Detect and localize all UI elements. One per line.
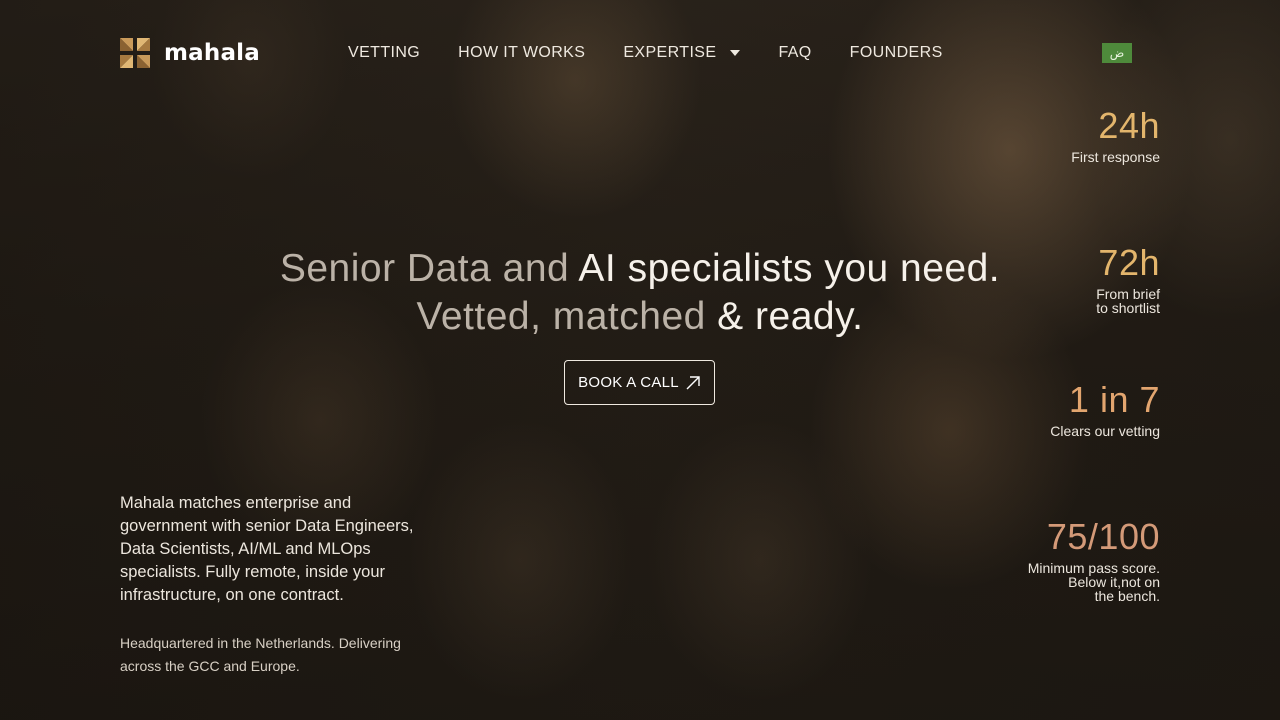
brand-name: mahala [164,39,260,66]
nav-item-founders[interactable]: FOUNDERS [850,42,943,64]
stat-value: 1 in 7 [1068,379,1160,420]
arrow-up-right-icon [686,375,700,389]
language-toggle-button[interactable]: ض [1102,43,1132,63]
stat-value: 24h [1098,105,1160,146]
logo-mark-icon [120,38,150,68]
stat-first-response: 24h First response [1071,105,1160,165]
nav-item-vetting[interactable]: VETTING [348,42,420,64]
stat-shortlist-time: 72h From brief to shortlist [1096,242,1160,316]
stat-value: 75/100 [1046,516,1160,557]
headline-line2-muted: Vetted, matched [416,295,706,338]
nav-item-faq[interactable]: FAQ [778,42,811,64]
stat-label: From brief to shortlist [1096,286,1160,316]
brand-logo[interactable]: mahala [120,38,260,68]
nav-item-expertise-label: EXPERTISE [623,44,717,61]
hero-headline: Senior Data and AI specialists you need.… [0,245,1280,341]
nav-item-expertise[interactable]: EXPERTISE [623,42,741,64]
headquarters-text: Headquartered in the Netherlands. Delive… [120,635,401,674]
stat-vetting-rate: 1 in 7 Clears our vetting [1050,379,1160,439]
headline-line2-bright: & ready. [705,295,864,338]
intro-text: Mahala matches enterprise and government… [120,494,414,604]
main-nav: VETTING HOW IT WORKS EXPERTISE FAQ FOUND… [348,42,943,64]
headline-line1-muted: Senior Data and [279,247,570,290]
landing-page: mahala VETTING HOW IT WORKS EXPERTISE FA… [0,0,1280,720]
stat-label: First response [1071,149,1160,165]
stat-label: Clears our vetting [1050,423,1160,439]
headline-line1-bright: AI specialists you need. [569,247,1001,290]
stat-label: Minimum pass score. Below it,not on the … [1027,560,1160,604]
chevron-down-icon [730,50,741,56]
stat-value: 72h [1098,242,1160,283]
stat-pass-score: 75/100 Minimum pass score. Below it,not … [1027,516,1160,604]
nav-item-how-it-works[interactable]: HOW IT WORKS [458,42,585,64]
book-a-call-label: BOOK A CALL [578,374,679,391]
book-a-call-button[interactable]: BOOK A CALL [564,360,715,405]
